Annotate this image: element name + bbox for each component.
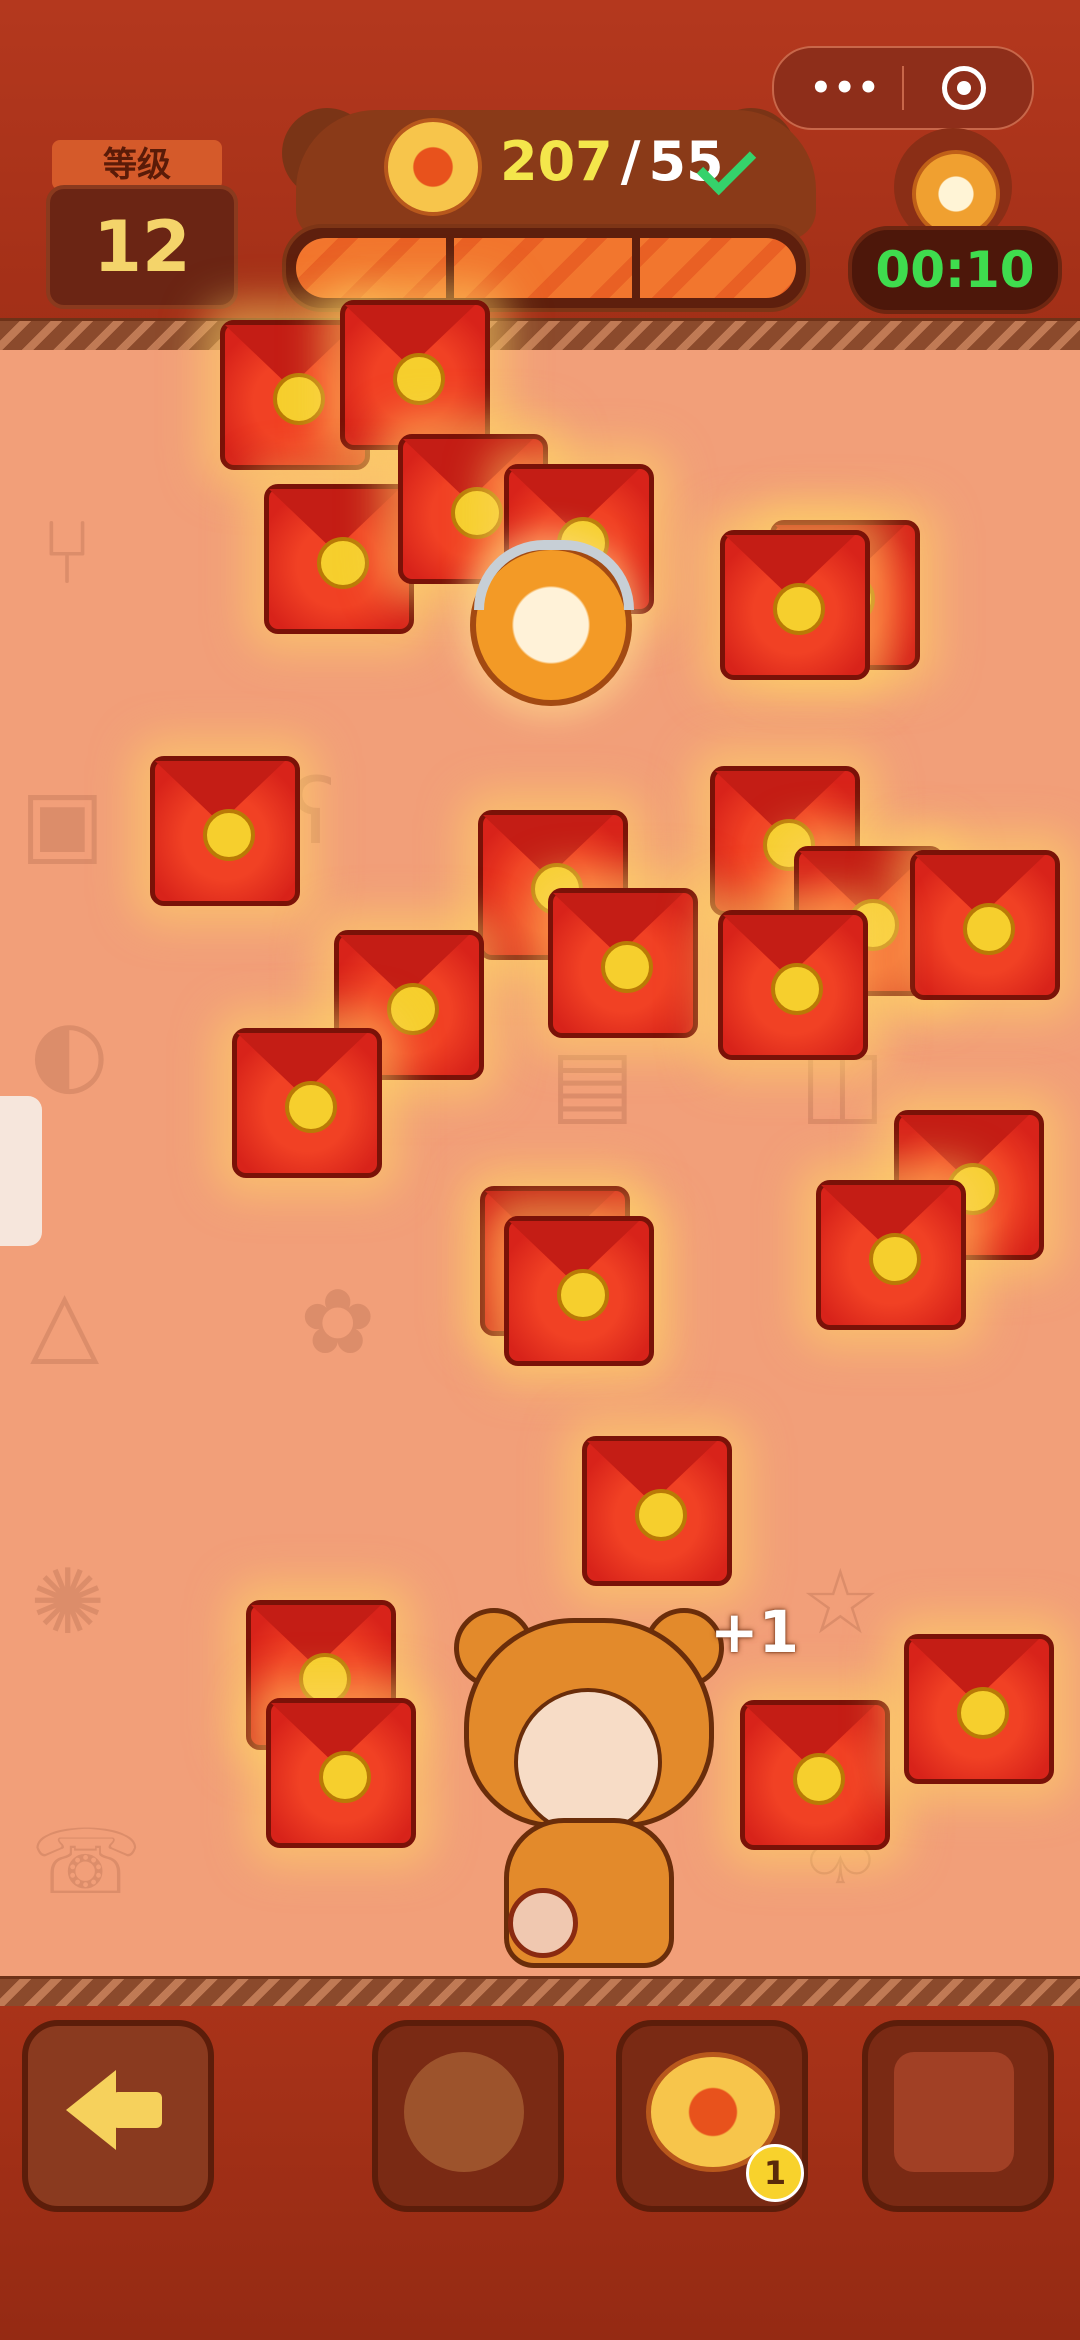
red-envelope[interactable] (582, 1436, 732, 1586)
miniprogram-capsule: ••• (772, 46, 1034, 130)
level-value: 12 (46, 185, 238, 309)
red-envelope[interactable] (904, 1634, 1054, 1784)
score-display: 207/55 (500, 130, 724, 193)
drum-icon (508, 1888, 578, 1958)
level-label: 等级 (52, 140, 222, 190)
countdown-timer: 00:10 (848, 226, 1062, 314)
bread-doodle-icon: ▤ (550, 1030, 636, 1135)
red-envelope[interactable] (232, 1028, 382, 1178)
riceball-doodle-icon: △ (30, 1270, 100, 1375)
alarm-clock-icon (912, 150, 1000, 238)
red-envelope[interactable] (720, 530, 870, 680)
red-envelope[interactable] (718, 910, 868, 1060)
powerup-count-badge: 1 (746, 2144, 804, 2202)
red-envelope[interactable] (740, 1700, 890, 1850)
sunflower-doodle-icon: ✺ (30, 1550, 106, 1655)
star-doodle-icon: ☆ (800, 1550, 881, 1655)
back-arrow-tail (112, 2092, 162, 2128)
score-separator: / (620, 130, 641, 193)
score-current: 207 (500, 130, 613, 193)
progress-fill (296, 238, 796, 298)
red-envelope[interactable] (548, 888, 698, 1038)
red-envelope[interactable] (816, 1180, 966, 1330)
progress-divider (632, 234, 640, 302)
phone-doodle-icon: ☏ (30, 1810, 143, 1915)
fork-doodle-icon: ⑂ (40, 500, 94, 605)
red-envelope[interactable] (340, 300, 490, 450)
red-envelope-icon (894, 2052, 1014, 2172)
coin-icon (384, 118, 482, 216)
flower-doodle-icon: ✿ (300, 1270, 376, 1375)
red-envelope[interactable] (504, 1216, 654, 1366)
back-arrow-icon (66, 2070, 116, 2150)
red-envelope[interactable] (266, 1698, 416, 1848)
red-envelope[interactable] (910, 850, 1060, 1000)
close-target-icon[interactable] (942, 66, 986, 110)
shield-icon (404, 2052, 524, 2172)
score-popup: +1 (710, 1598, 799, 1666)
cube-doodle-icon: ▣ (20, 770, 106, 875)
side-pull-tab[interactable] (0, 1096, 42, 1246)
tiger-costume-player[interactable] (454, 1608, 724, 1968)
red-envelope[interactable] (150, 756, 300, 906)
player-face (514, 1688, 662, 1836)
capsule-separator (902, 66, 904, 110)
goal-progress-bar (282, 224, 810, 312)
more-dots-icon[interactable]: ••• (810, 68, 881, 108)
red-envelope[interactable] (264, 484, 414, 634)
planet-doodle-icon: ◐ (30, 1000, 109, 1105)
progress-divider (446, 234, 454, 302)
